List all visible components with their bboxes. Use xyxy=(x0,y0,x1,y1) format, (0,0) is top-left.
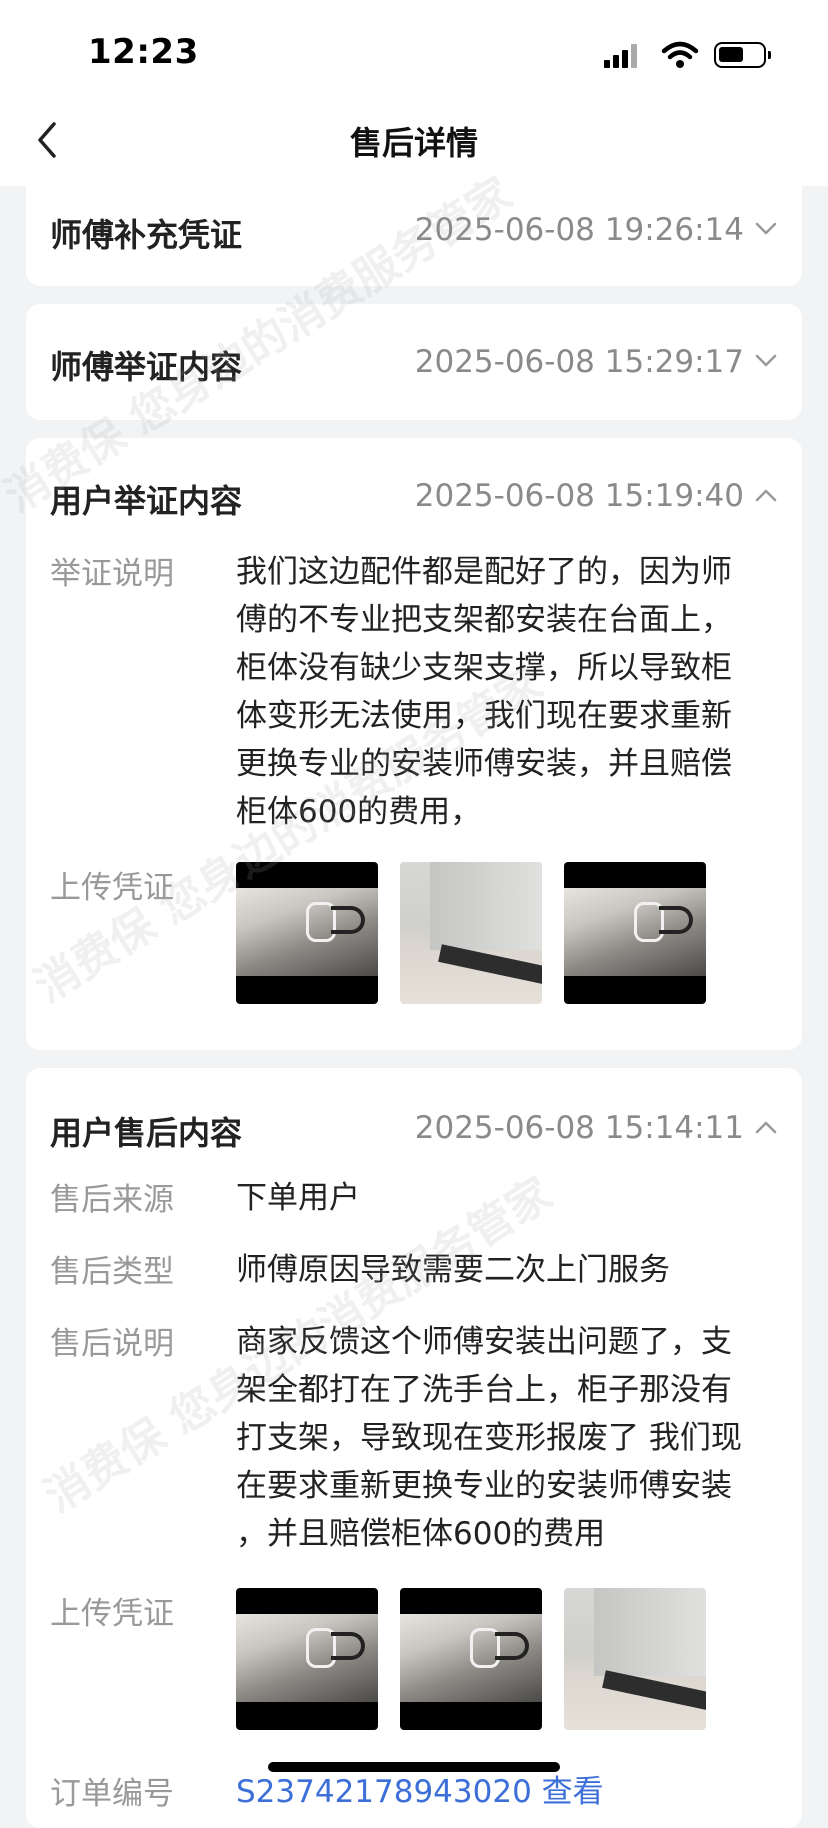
top-bar: 12:23 售后详情 xyxy=(0,0,828,186)
card-header[interactable]: 用户售后内容 2025-06-08 15:14:11 xyxy=(50,1108,778,1152)
aftersale-description: 商家反馈这个师傅安装出问题了，支 架全都打在了洗手台上，柜子那没有 打支架，导致… xyxy=(236,1318,764,1558)
order-number-link[interactable]: S23742178943020 查看 xyxy=(236,1768,764,1816)
card-header[interactable]: 师傅举证内容 2025-06-08 15:29:17 xyxy=(50,342,778,386)
field-label: 上传凭证 xyxy=(50,1596,174,1632)
card-user-evidence: 用户举证内容 2025-06-08 15:19:40 举证说明 我们这边配件都是… xyxy=(26,438,802,1050)
card-header[interactable]: 用户举证内容 2025-06-08 15:19:40 xyxy=(50,476,778,520)
field-label: 售后来源 xyxy=(50,1182,174,1218)
page-title: 售后详情 xyxy=(349,124,478,162)
cellular-signal-icon xyxy=(604,44,640,68)
text-line: 商家反馈这个师傅安装出问题了，支 xyxy=(236,1324,732,1360)
text-line: 打支架，导致现在变形报废了 我们现 xyxy=(236,1420,742,1456)
evidence-image-thumbnail[interactable] xyxy=(400,862,542,1004)
evidence-description: 我们这边配件都是配好了的，因为师 傅的不专业把支架都安装在台面上， 柜体没有缺少… xyxy=(236,548,764,836)
text-line: 体变形无法使用，我们现在要求重新 xyxy=(236,698,732,734)
card-header[interactable]: 师傅补充凭证 2025-06-08 19:26:14 xyxy=(50,210,778,254)
evidence-image-thumbnail[interactable] xyxy=(564,1588,706,1730)
card-user-aftersale: 用户售后内容 2025-06-08 15:14:11 售后来源 下单用户 售后类… xyxy=(26,1068,802,1828)
card-time: 2025-06-08 15:14:11 xyxy=(414,1110,744,1146)
order-number-row: 订单编号 S23742178943020 查看 xyxy=(50,1768,778,1816)
evidence-description-row: 举证说明 我们这边配件都是配好了的，因为师 傅的不专业把支架都安装在台面上， 柜… xyxy=(50,548,778,838)
upload-evidence-row: 上传凭证 xyxy=(50,862,778,1004)
evidence-image-thumbnail[interactable] xyxy=(236,1588,378,1730)
field-label: 订单编号 xyxy=(50,1776,174,1812)
aftersale-type-row: 售后类型 师傅原因导致需要二次上门服务 xyxy=(50,1246,778,1294)
chevron-up-icon[interactable] xyxy=(754,486,778,504)
field-label: 上传凭证 xyxy=(50,870,174,906)
text-line: 我们这边配件都是配好了的，因为师 xyxy=(236,554,732,590)
card-title: 师傅举证内容 xyxy=(50,348,243,386)
text-line: 在要求重新更换专业的安装师傅安装 xyxy=(236,1468,732,1504)
card-title: 用户售后内容 xyxy=(50,1114,243,1152)
wifi-icon xyxy=(661,41,699,68)
text-line: 架全都打在了洗手台上，柜子那没有 xyxy=(236,1372,732,1408)
aftersale-source-value: 下单用户 xyxy=(236,1180,360,1216)
aftersale-description-row: 售后说明 商家反馈这个师傅安装出问题了，支 架全都打在了洗手台上，柜子那没有 打… xyxy=(50,1318,778,1558)
aftersale-type-value: 师傅原因导致需要二次上门服务 xyxy=(236,1252,670,1288)
field-label: 举证说明 xyxy=(50,556,174,592)
chevron-down-icon[interactable] xyxy=(754,220,778,238)
card-time: 2025-06-08 15:19:40 xyxy=(414,478,744,514)
text-line: 傅的不专业把支架都安装在台面上， xyxy=(236,602,732,638)
text-line: ，并且赔偿柜体600的费用 xyxy=(236,1516,606,1552)
evidence-image-thumbnail[interactable] xyxy=(236,862,378,1004)
card-time: 2025-06-08 15:29:17 xyxy=(414,344,744,380)
card-master-evidence[interactable]: 师傅举证内容 2025-06-08 15:29:17 xyxy=(26,304,802,420)
field-label: 售后类型 xyxy=(50,1254,174,1290)
upload-evidence-row: 上传凭证 xyxy=(50,1588,778,1730)
card-title: 用户举证内容 xyxy=(50,482,243,520)
text-line: 柜体600的费用， xyxy=(236,794,482,830)
text-line: 柜体没有缺少支架支撑，所以导致柜 xyxy=(236,650,732,686)
field-label: 售后说明 xyxy=(50,1326,174,1362)
status-time: 12:23 xyxy=(88,32,199,72)
text-line: 更换专业的安装师傅安装，并且赔偿 xyxy=(236,746,732,782)
card-time: 2025-06-08 19:26:14 xyxy=(414,212,744,248)
evidence-image-thumbnail[interactable] xyxy=(400,1588,542,1730)
aftersale-source-row: 售后来源 下单用户 xyxy=(50,1174,778,1222)
chevron-up-icon[interactable] xyxy=(754,1118,778,1136)
card-title: 师傅补充凭证 xyxy=(50,216,243,254)
evidence-image-thumbnail[interactable] xyxy=(564,862,706,1004)
battery-icon xyxy=(714,42,771,68)
chevron-down-icon[interactable] xyxy=(754,352,778,370)
home-indicator xyxy=(268,1762,560,1772)
